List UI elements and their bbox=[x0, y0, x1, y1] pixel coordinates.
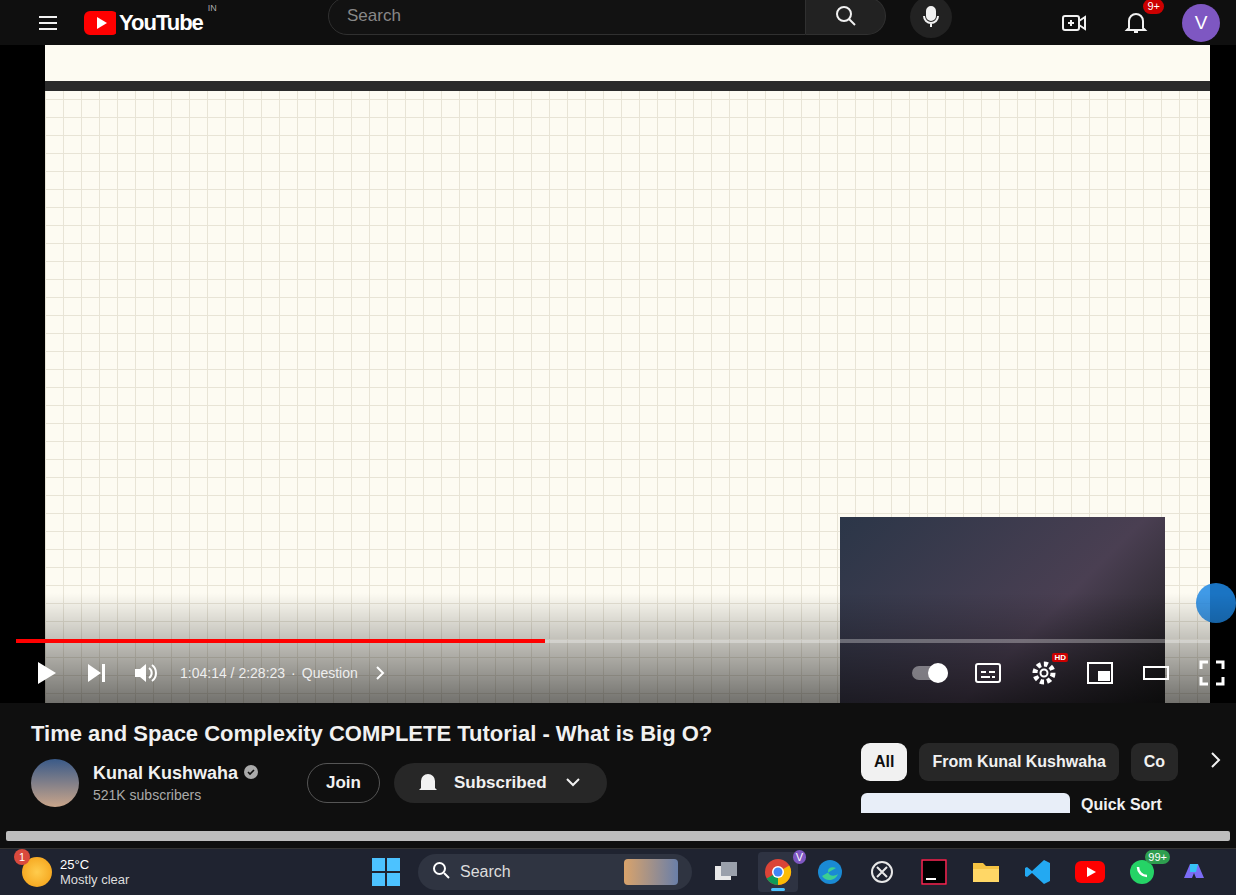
vscode-icon[interactable] bbox=[1018, 852, 1058, 892]
frame-strip bbox=[45, 45, 1210, 91]
search-field[interactable]: Search bbox=[328, 0, 806, 35]
create-icon[interactable] bbox=[1058, 7, 1090, 39]
chatgpt-icon[interactable] bbox=[862, 852, 902, 892]
voice-search-icon[interactable] bbox=[910, 0, 952, 38]
player-controls: 1:04:14 / 2:28:23 · Question HD bbox=[30, 653, 1228, 693]
notifications-button[interactable]: 9+ bbox=[1120, 7, 1152, 39]
subscriber-count: 521K subscribers bbox=[93, 787, 293, 803]
pane bbox=[387, 873, 400, 886]
channel-info: Kunal Kushwaha 521K subscribers bbox=[93, 763, 293, 803]
next-icon[interactable] bbox=[80, 657, 112, 689]
video-meta: Time and Space Complexity COMPLETE Tutor… bbox=[31, 703, 861, 828]
below-player: Time and Space Complexity COMPLETE Tutor… bbox=[0, 703, 1236, 828]
channel-avatar[interactable] bbox=[31, 759, 79, 807]
pane bbox=[387, 858, 400, 871]
chevron-right-icon[interactable] bbox=[364, 657, 396, 689]
subscribe-label: Subscribed bbox=[454, 773, 547, 793]
chip-scroll-icon[interactable] bbox=[1210, 751, 1236, 773]
chapter-title[interactable]: Question bbox=[302, 665, 358, 681]
weather-widget[interactable]: 1 25°CMostly clear bbox=[22, 857, 352, 887]
controls-right: HD bbox=[912, 657, 1228, 689]
chrome-icon[interactable]: V bbox=[758, 852, 798, 892]
volume-icon[interactable] bbox=[130, 657, 162, 689]
pane bbox=[372, 873, 385, 886]
chip-bar: All From Kunal Kushwaha Co bbox=[861, 743, 1236, 781]
logo-text: YouTube bbox=[119, 10, 203, 36]
taskbar-apps: V 99+ bbox=[706, 852, 1214, 892]
time-display: 1:04:14 / 2:28:23 · Question bbox=[180, 657, 396, 689]
youtube-icon[interactable] bbox=[1070, 852, 1110, 892]
weather-text: 25°CMostly clear bbox=[60, 857, 129, 887]
theater-icon[interactable] bbox=[1140, 657, 1172, 689]
app-badge: 99+ bbox=[1145, 850, 1170, 864]
weather-condition: Mostly clear bbox=[60, 872, 129, 887]
captions-icon[interactable] bbox=[972, 657, 1004, 689]
channel-name[interactable]: Kunal Kushwaha bbox=[93, 763, 238, 784]
video-title: Time and Space Complexity COMPLETE Tutor… bbox=[31, 721, 861, 747]
header-left: YouTubeIN bbox=[32, 7, 328, 39]
video-player[interactable]: 1:04:14 / 2:28:23 · Question HD bbox=[0, 45, 1236, 703]
subscribe-button[interactable]: Subscribed bbox=[394, 763, 607, 803]
settings-icon[interactable]: HD bbox=[1028, 657, 1060, 689]
taskbar: 1 25°CMostly clear Search V 99+ bbox=[0, 848, 1236, 895]
weather-badge: 1 bbox=[14, 849, 30, 865]
miniplayer-icon[interactable] bbox=[1084, 657, 1116, 689]
channel-name-row: Kunal Kushwaha bbox=[93, 763, 293, 784]
taskview-icon[interactable] bbox=[706, 852, 746, 892]
sidebar: All From Kunal Kushwaha Co Quick Sort bbox=[861, 703, 1236, 828]
filter-chip[interactable]: Co bbox=[1131, 743, 1178, 781]
verified-icon bbox=[244, 763, 258, 784]
bell-icon bbox=[412, 767, 444, 799]
toggle-knob bbox=[928, 663, 948, 683]
channel-row: Kunal Kushwaha 521K subscribers Join Subscr… bbox=[31, 759, 861, 807]
weather-icon: 1 bbox=[22, 857, 52, 887]
search-box: Search bbox=[328, 0, 886, 35]
pane bbox=[372, 858, 385, 871]
search-highlight-icon bbox=[624, 859, 678, 885]
controls-shade bbox=[0, 593, 1236, 703]
search-icon bbox=[432, 861, 450, 883]
app-badge: V bbox=[793, 850, 806, 864]
recommendation-thumbnail bbox=[861, 793, 1070, 813]
notification-badge: 9+ bbox=[1143, 0, 1164, 14]
youtube-play-icon bbox=[84, 7, 116, 39]
header-right: 9+ V bbox=[1058, 4, 1220, 42]
hd-badge: HD bbox=[1052, 653, 1068, 662]
temperature: 25°C bbox=[60, 857, 129, 872]
taskbar-search[interactable]: Search bbox=[418, 854, 692, 890]
progress-fill bbox=[16, 639, 545, 643]
menu-icon[interactable] bbox=[32, 7, 64, 39]
time-text: 1:04:14 / 2:28:23 bbox=[180, 665, 285, 681]
join-button[interactable]: Join bbox=[307, 763, 380, 803]
recommendation[interactable]: Quick Sort bbox=[861, 793, 1236, 813]
filter-chip[interactable]: From Kunal Kushwaha bbox=[919, 743, 1118, 781]
windows-start-icon[interactable] bbox=[370, 856, 402, 888]
top-bar: YouTubeINSearch9+V bbox=[0, 0, 1236, 45]
chevron-down-icon bbox=[557, 767, 589, 799]
country-code: IN bbox=[208, 3, 217, 13]
filter-chip[interactable]: All bbox=[861, 743, 907, 781]
search-button[interactable] bbox=[806, 0, 886, 35]
copilot-icon[interactable] bbox=[1174, 852, 1214, 892]
account-avatar[interactable]: V bbox=[1182, 4, 1220, 42]
intellij-icon[interactable] bbox=[914, 852, 954, 892]
scrollbar-thumb[interactable] bbox=[6, 831, 1230, 841]
recommendation-title: Quick Sort bbox=[1081, 793, 1162, 813]
progress-bar[interactable] bbox=[16, 639, 1210, 643]
search-placeholder: Search bbox=[460, 863, 511, 881]
play-icon[interactable] bbox=[30, 657, 62, 689]
separator: · bbox=[291, 665, 296, 681]
youtube-logo[interactable]: YouTubeIN bbox=[84, 7, 203, 39]
whatsapp-icon[interactable]: 99+ bbox=[1122, 852, 1162, 892]
fullscreen-icon[interactable] bbox=[1196, 657, 1228, 689]
edge-icon[interactable] bbox=[810, 852, 850, 892]
horizontal-scrollbar[interactable] bbox=[0, 828, 1236, 848]
explorer-icon[interactable] bbox=[966, 852, 1006, 892]
controls-left: 1:04:14 / 2:28:23 · Question bbox=[30, 657, 396, 689]
autoplay-toggle[interactable] bbox=[912, 666, 948, 680]
